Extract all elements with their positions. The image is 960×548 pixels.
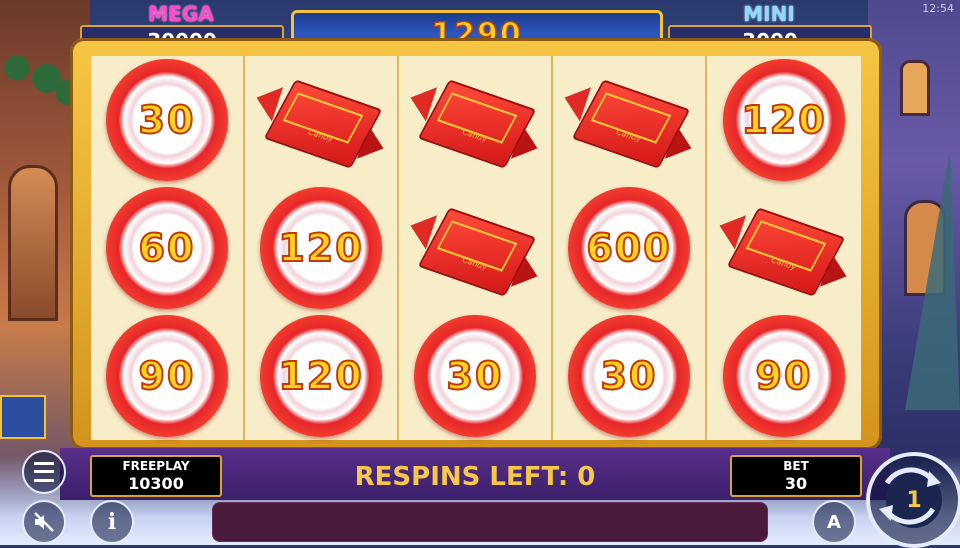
spin-button[interactable]: 1	[866, 452, 960, 548]
reel-cell: 120	[245, 312, 397, 440]
coin-symbol: 30	[106, 59, 228, 181]
arched-door	[8, 165, 58, 321]
candy-symbol: Candy	[558, 75, 698, 169]
message-bar	[212, 502, 768, 542]
reel-column: 30 60 90	[91, 56, 245, 440]
mini-jackpot-title: MINI	[743, 2, 795, 26]
coin-symbol: 120	[723, 59, 845, 181]
candy-symbol: Candy	[404, 75, 544, 169]
coin-symbol: 30	[414, 315, 536, 437]
reel-cell: 90	[707, 312, 861, 440]
autoplay-button[interactable]: A	[812, 500, 856, 544]
reel-cell: Candy	[245, 56, 397, 184]
coin-value: 120	[277, 353, 364, 399]
coin-symbol: 60	[106, 187, 228, 309]
reel-cell: Candy	[399, 56, 551, 184]
reel-column: 120 Candy 90	[707, 56, 861, 440]
coin-value: 30	[138, 97, 196, 143]
reel-cell: 30	[553, 312, 705, 440]
autoplay-icon: A	[827, 511, 841, 533]
reel-column: Candy Candy 30	[399, 56, 553, 440]
reel-cell: 120	[245, 184, 397, 312]
reel-column: Candy 600 30	[553, 56, 707, 440]
mega-jackpot-title: MEGA	[148, 2, 214, 26]
coin-symbol: 30	[568, 315, 690, 437]
coin-value: 600	[585, 225, 672, 271]
freeplay-balance: FREEPLAY 10300	[90, 455, 222, 497]
bet-label: BET	[783, 459, 809, 473]
reel-cell: Candy	[707, 184, 861, 312]
candy-symbol: Candy	[713, 203, 853, 297]
christmas-tree-decoration	[905, 150, 960, 410]
reel-grid: 30 60 90 Candy 120 120 Candy Candy 30 Candy 600 30 1…	[91, 56, 861, 440]
reel-cell: Candy	[399, 184, 551, 312]
freeplay-label: FREEPLAY	[122, 459, 190, 473]
window-decoration	[900, 60, 930, 116]
candy-symbol: Candy	[404, 203, 544, 297]
gift-box-decoration	[0, 395, 46, 439]
clock: 12:54	[922, 2, 954, 15]
reel-cell: 90	[91, 312, 243, 440]
coin-value: 120	[277, 225, 364, 271]
coin-value: 60	[138, 225, 196, 271]
respins-left-text: RESPINS LEFT: 0	[354, 462, 596, 492]
coin-symbol: 120	[260, 315, 382, 437]
bet-display[interactable]: BET 30	[730, 455, 862, 497]
bet-value: 30	[784, 474, 808, 493]
hamburger-icon	[34, 462, 54, 482]
info-button[interactable]: i	[90, 500, 134, 544]
coin-value: 90	[138, 353, 196, 399]
reel-cell: 30	[91, 56, 243, 184]
reel-cell: 30	[399, 312, 551, 440]
reel-cell: Candy	[553, 56, 705, 184]
coin-value: 90	[755, 353, 813, 399]
coin-symbol: 90	[106, 315, 228, 437]
coin-symbol: 90	[723, 315, 845, 437]
reel-cell: 600	[553, 184, 705, 312]
coin-value: 30	[446, 353, 504, 399]
speaker-muted-icon	[34, 512, 54, 532]
coin-symbol: 120	[260, 187, 382, 309]
coin-value: 30	[600, 353, 658, 399]
reel-column: Candy 120 120	[245, 56, 399, 440]
coin-value: 120	[740, 97, 827, 143]
sound-button[interactable]	[22, 500, 66, 544]
coin-symbol: 600	[568, 187, 690, 309]
spin-arrows-icon	[879, 467, 941, 525]
menu-button[interactable]	[22, 450, 66, 494]
freeplay-value: 10300	[128, 474, 184, 493]
reel-cell: 60	[91, 184, 243, 312]
reel-cell: 120	[707, 56, 861, 184]
candy-symbol: Candy	[250, 75, 390, 169]
info-icon: i	[107, 509, 117, 535]
